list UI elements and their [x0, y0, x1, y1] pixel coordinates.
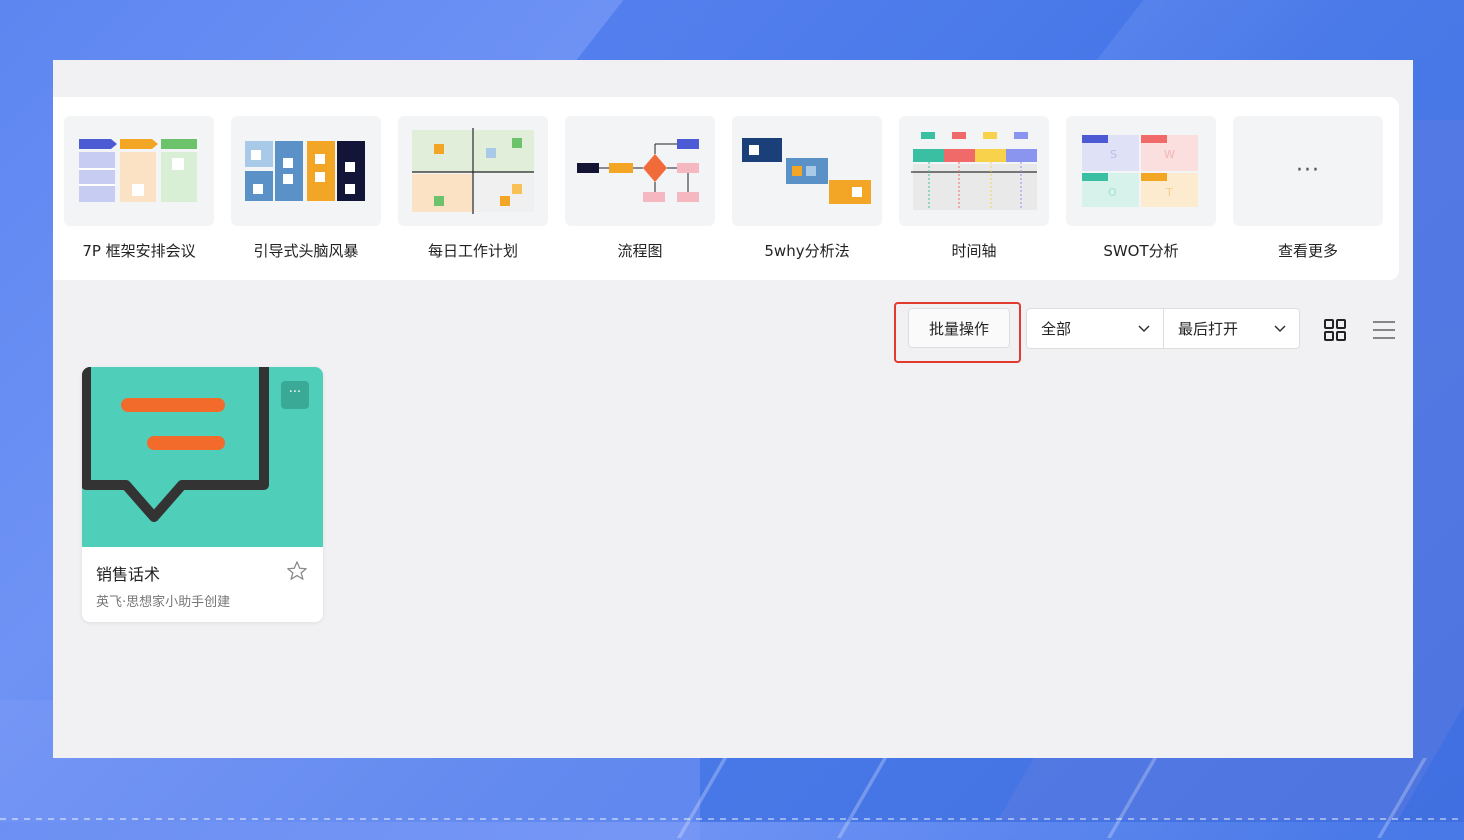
chevron-down-icon: [1138, 325, 1150, 333]
template-flowchart[interactable]: 流程图: [565, 116, 715, 261]
template-thumbnail: ···: [1233, 116, 1383, 226]
template-thumbnail: [64, 116, 214, 226]
filter-select[interactable]: 全部: [1026, 308, 1164, 349]
template-label: 每日工作计划: [427, 242, 518, 260]
svg-text:T: T: [1165, 186, 1173, 199]
file-card[interactable]: ··· 销售话术 英飞·思想家小助手创建: [82, 367, 323, 622]
template-label: 5why分析法: [764, 242, 850, 260]
grid-view-icon[interactable]: [1323, 318, 1347, 342]
chevron-down-icon: [1274, 325, 1286, 333]
svg-text:O: O: [1108, 186, 1117, 199]
highlight-box: [894, 302, 1021, 363]
background-dashes: [0, 818, 1464, 820]
template-swot[interactable]: S W O T SWOT分析: [1066, 116, 1216, 261]
template-guided-brainstorm[interactable]: 引导式头脑风暴: [231, 116, 381, 261]
file-creator: 英飞·思想家小助手创建: [96, 595, 231, 610]
filter-value: 全部: [1041, 320, 1072, 338]
template-label: 流程图: [617, 242, 663, 260]
view-more-templates[interactable]: ··· 查看更多: [1233, 116, 1383, 261]
template-label: SWOT分析: [1103, 242, 1179, 260]
template-strip: 7P 框架安排会议 引导式头脑风暴 每日工作计划 流程图 5why分析法 时间轴…: [53, 97, 1399, 280]
template-label: 7P 框架安排会议: [82, 242, 196, 260]
template-label: 引导式头脑风暴: [253, 242, 359, 260]
sort-select[interactable]: 最后打开: [1163, 308, 1300, 349]
template-thumbnail: [565, 116, 715, 226]
template-timeline[interactable]: 时间轴: [899, 116, 1049, 261]
background-line: [836, 758, 888, 838]
template-thumbnail: [899, 116, 1049, 226]
template-thumbnail: S W O T: [1066, 116, 1216, 226]
template-7p-meeting[interactable]: 7P 框架安排会议: [64, 116, 214, 261]
template-thumbnail: [398, 116, 548, 226]
file-menu-button[interactable]: ···: [281, 381, 309, 409]
sort-value: 最后打开: [1178, 320, 1239, 338]
template-5why[interactable]: 5why分析法: [732, 116, 882, 261]
list-view-icon[interactable]: [1371, 318, 1397, 342]
file-title: 销售话术: [96, 565, 161, 584]
more-icon: ···: [1296, 158, 1320, 183]
app-window: 7P 框架安排会议 引导式头脑风暴 每日工作计划 流程图 5why分析法 时间轴…: [53, 60, 1413, 758]
template-label: 时间轴: [951, 242, 997, 260]
template-thumbnail: [231, 116, 381, 226]
svg-text:S: S: [1110, 148, 1117, 161]
star-icon[interactable]: [286, 560, 308, 582]
template-label: 查看更多: [1277, 242, 1338, 260]
template-thumbnail: [732, 116, 882, 226]
svg-text:W: W: [1164, 148, 1175, 161]
template-daily-plan[interactable]: 每日工作计划: [398, 116, 548, 261]
